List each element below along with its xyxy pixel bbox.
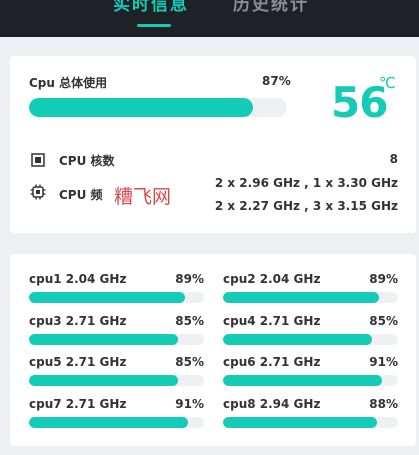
temperature-unit: ℃ <box>379 74 396 92</box>
core-7-label: cpu7 2.71 GHz <box>29 397 127 411</box>
core-7-bar-fill <box>29 417 189 428</box>
cpu-frequency-line-1: 2 x 2.96 GHz , 1 x 3.30 GHz <box>214 176 398 190</box>
core-7-bar <box>29 417 204 428</box>
core-1-label: cpu1 2.04 GHz <box>29 272 127 286</box>
core-3-bar-fill <box>29 334 178 345</box>
core-6-label: cpu6 2.71 GHz <box>223 355 321 369</box>
tab-history-stats[interactable]: 历史统计 <box>233 0 309 16</box>
core-4-bar-fill <box>223 334 372 345</box>
cpu-cores-label: CPU 核数 <box>59 154 115 168</box>
total-usage-label: Cpu 总体使用 <box>29 76 108 90</box>
core-8-percent: 88% <box>369 397 398 411</box>
core-5-percent: 85% <box>175 355 204 369</box>
chip-icon <box>31 152 45 171</box>
core-6-bar-fill <box>223 375 383 386</box>
core-4-label: cpu4 2.71 GHz <box>223 314 321 328</box>
core-5-bar <box>29 375 204 386</box>
cpu-cores-card: cpu1 2.04 GHz 89% cpu2 2.04 GHz 89% cpu3… <box>10 254 416 446</box>
core-8-bar <box>223 417 398 428</box>
core-5-label: cpu5 2.71 GHz <box>29 355 127 369</box>
core-8-bar-fill <box>223 417 377 428</box>
top-tab-bar: 实时信息 历史统计 <box>0 0 419 37</box>
total-usage-bar-fill <box>29 98 254 117</box>
core-2-bar <box>223 292 398 303</box>
watermark-logo: 糟飞网 <box>114 186 172 208</box>
core-3-percent: 85% <box>175 314 204 328</box>
core-3-bar <box>29 334 204 345</box>
core-2-bar-fill <box>223 292 379 303</box>
processor-icon <box>30 184 46 204</box>
cpu-frequency-label: CPU 频 <box>59 188 103 202</box>
total-usage-bar <box>29 98 287 117</box>
core-1-bar <box>29 292 204 303</box>
core-6-percent: 91% <box>369 355 398 369</box>
active-tab-indicator <box>137 24 171 27</box>
core-4-percent: 85% <box>369 314 398 328</box>
core-2-label: cpu2 2.04 GHz <box>223 272 321 286</box>
core-6-bar <box>223 375 398 386</box>
core-4-bar <box>223 334 398 345</box>
cpu-frequency-line-2: 2 x 2.27 GHz , 3 x 3.15 GHz <box>214 199 398 213</box>
tab-realtime-info[interactable]: 实时信息 <box>113 0 189 16</box>
core-8-label: cpu8 2.94 GHz <box>223 397 321 411</box>
core-5-bar-fill <box>29 375 178 386</box>
core-1-bar-fill <box>29 292 185 303</box>
core-1-percent: 89% <box>175 272 204 286</box>
cpu-overview-card: Cpu 总体使用 87% 56 ℃ CPU 核数 8 CPU 频 2 x 2.9… <box>10 56 416 233</box>
core-3-label: cpu3 2.71 GHz <box>29 314 127 328</box>
core-2-percent: 89% <box>369 272 398 286</box>
cpu-cores-value: 8 <box>389 152 398 166</box>
core-7-percent: 91% <box>175 397 204 411</box>
total-usage-percent: 87% <box>262 74 291 88</box>
